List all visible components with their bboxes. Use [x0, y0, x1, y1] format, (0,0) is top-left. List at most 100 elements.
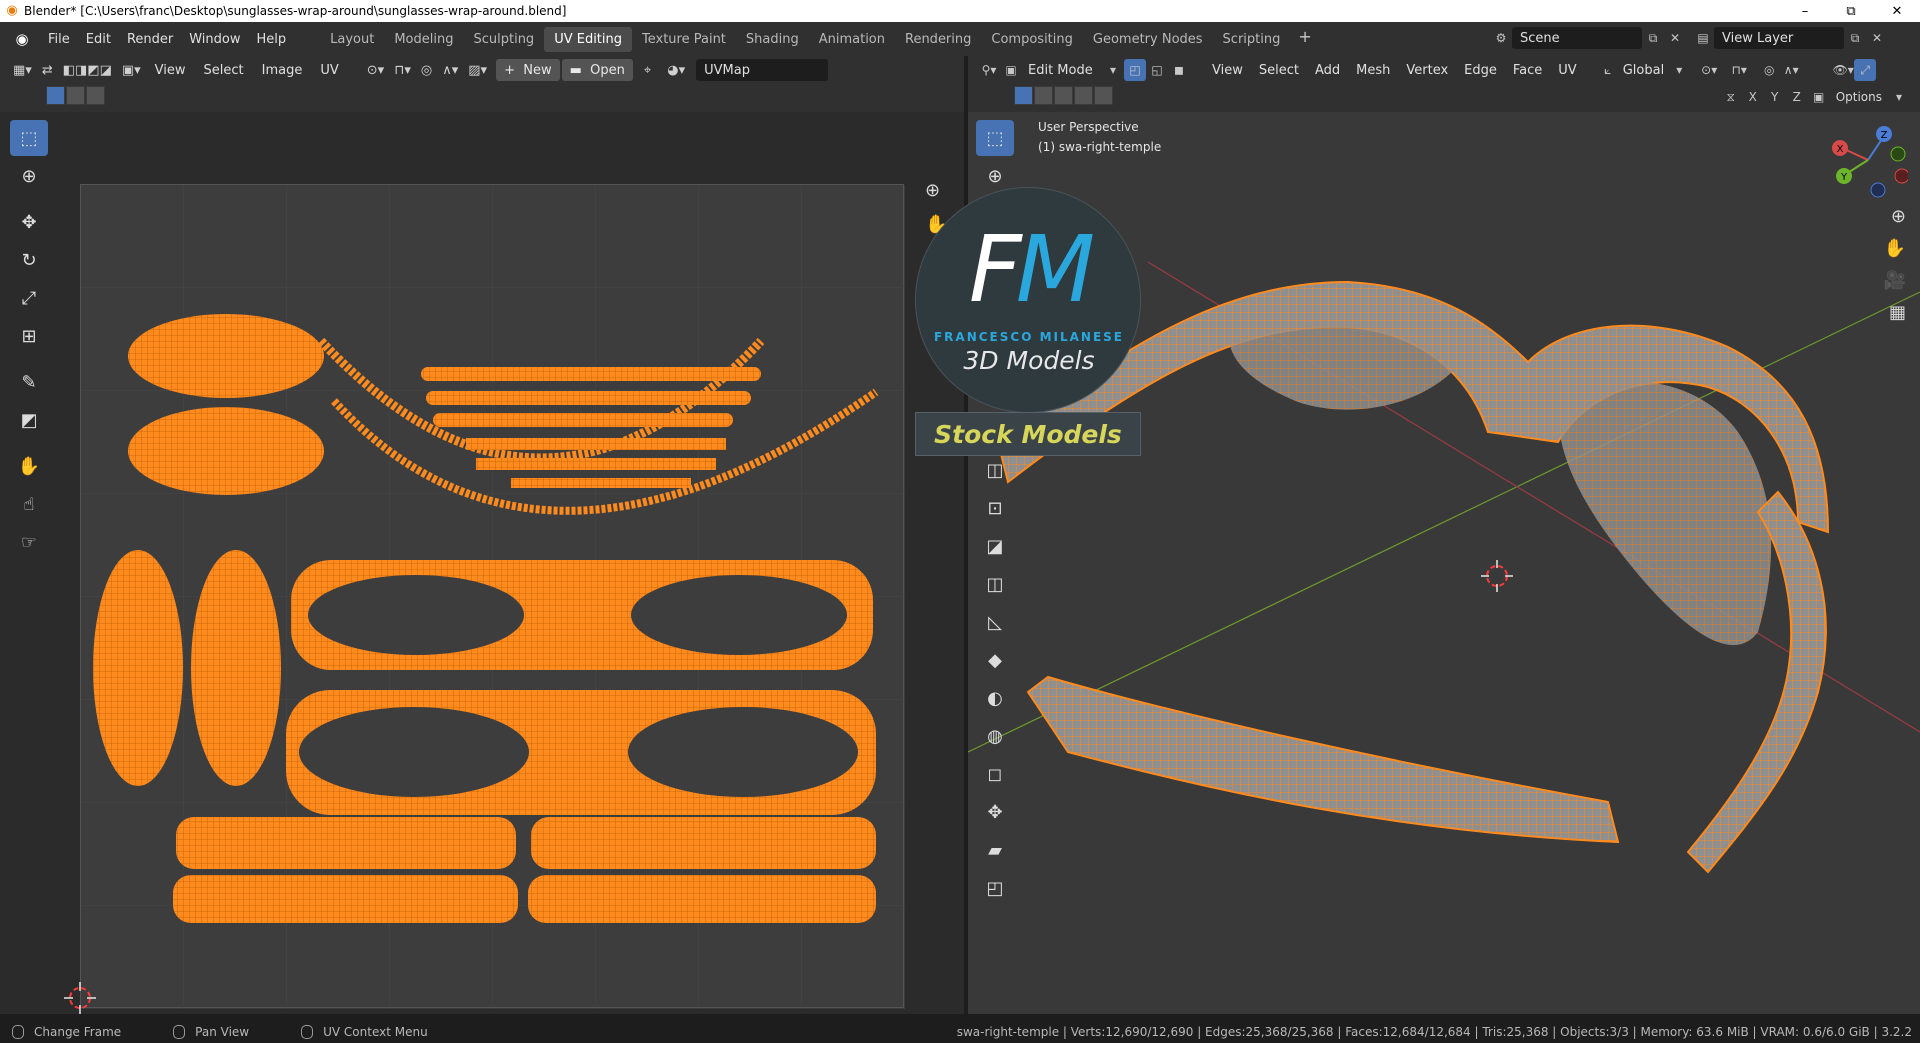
3d-proportional-icon[interactable]: ◎	[1758, 59, 1780, 81]
3d-menu-edge[interactable]: Edge	[1456, 63, 1505, 78]
delete-scene-icon[interactable]: ✕	[1664, 27, 1686, 49]
mirror-x-toggle[interactable]: X	[1742, 86, 1764, 108]
3d-pivot-icon[interactable]: ⊙▾	[1698, 59, 1720, 81]
tab-geometry-nodes[interactable]: Geometry Nodes	[1083, 27, 1213, 52]
view-layer-field[interactable]: View Layer	[1714, 27, 1844, 49]
options-chevron-icon[interactable]: ▾	[1888, 86, 1910, 108]
3d-select-new-mode[interactable]	[1014, 86, 1033, 105]
view-layer-browse-icon[interactable]: ▤	[1692, 27, 1714, 49]
3d-select-subtract-mode[interactable]	[1054, 86, 1073, 105]
rip-region-tool-icon[interactable]: ◰	[976, 870, 1014, 906]
3d-menu-face[interactable]: Face	[1505, 63, 1550, 78]
zoom-view-icon[interactable]: ⊕	[925, 180, 940, 201]
tab-animation[interactable]: Animation	[809, 27, 895, 52]
3d-menu-view[interactable]: View	[1204, 63, 1251, 78]
rip-tool-icon[interactable]: ◩	[10, 402, 48, 438]
scale-tool-icon[interactable]: ⤢	[10, 280, 48, 316]
3d-menu-vertex[interactable]: Vertex	[1398, 63, 1456, 78]
menu-help[interactable]: Help	[249, 32, 295, 47]
3d-zoom-icon[interactable]: ⊕	[1891, 206, 1906, 227]
close-button[interactable]: ✕	[1874, 0, 1920, 22]
select-extend-mode[interactable]	[66, 86, 85, 105]
poly-build-tool-icon[interactable]: ◆	[976, 642, 1014, 678]
mirror-z-toggle[interactable]: Z	[1786, 86, 1808, 108]
perspective-toggle-icon[interactable]: ▦	[1889, 302, 1906, 323]
tab-scripting[interactable]: Scripting	[1213, 27, 1291, 52]
uv-menu-view[interactable]: View	[146, 63, 195, 78]
uv-sticky-selection-icon[interactable]: ▣▾	[117, 59, 146, 81]
menu-window[interactable]: Window	[181, 32, 248, 47]
3d-menu-uv[interactable]: UV	[1550, 63, 1584, 78]
shear-tool-icon[interactable]: ▰	[976, 832, 1014, 868]
gizmo-toggle-icon[interactable]: ⤢	[1854, 59, 1877, 81]
mode-dropdown[interactable]: Edit Mode	[1022, 63, 1102, 78]
overlays-icon[interactable]: ◕▾	[662, 59, 690, 81]
snap-icon[interactable]: ⊓▾	[389, 59, 416, 81]
tab-layout[interactable]: Layout	[320, 27, 384, 52]
camera-view-icon[interactable]: 🎥	[1884, 270, 1906, 291]
cursor-tool-icon[interactable]: ⊕	[10, 158, 48, 194]
knife-tool-icon[interactable]: ◺	[976, 604, 1014, 640]
loop-cut-tool-icon[interactable]: ◫	[976, 566, 1014, 602]
pivot-point-icon[interactable]: ⊙▾	[362, 59, 389, 81]
uv-2d-cursor[interactable]	[64, 982, 96, 1014]
menu-file[interactable]: File	[40, 32, 78, 47]
extrude-tool-icon[interactable]: ◫	[976, 452, 1014, 488]
pin-icon[interactable]: ⌖	[639, 59, 656, 81]
relax-tool-icon[interactable]: ☝	[10, 486, 48, 522]
3d-select-invert-mode[interactable]	[1074, 86, 1093, 105]
tab-shading[interactable]: Shading	[736, 27, 809, 52]
face-select-icon[interactable]: ◼	[1168, 59, 1190, 81]
3d-select-intersect-mode[interactable]	[1094, 86, 1113, 105]
smooth-tool-icon[interactable]: ◍	[976, 718, 1014, 754]
new-image-button[interactable]: + New	[496, 59, 560, 81]
auto-merge-icon[interactable]: ▣	[1808, 86, 1830, 108]
menu-edit[interactable]: Edit	[78, 32, 119, 47]
select-subtract-mode[interactable]	[86, 86, 105, 105]
options-dropdown[interactable]: Options	[1830, 90, 1888, 104]
orientation-chevron-icon[interactable]: ▾	[1668, 59, 1690, 81]
grab-tool-icon[interactable]: ✋	[10, 448, 48, 484]
tab-texture-paint[interactable]: Texture Paint	[632, 27, 736, 52]
pinch-tool-icon[interactable]: ☞	[10, 524, 48, 560]
uv-menu-image[interactable]: Image	[253, 63, 312, 78]
inset-tool-icon[interactable]: ⊡	[976, 490, 1014, 526]
3d-select-box-tool-icon[interactable]: ⬚	[976, 120, 1014, 156]
bevel-tool-icon[interactable]: ◪	[976, 528, 1014, 564]
navigation-gizmo[interactable]: Z X Y	[1828, 120, 1908, 200]
editor-type-icon[interactable]: ▦▾	[8, 59, 37, 81]
maximize-button[interactable]: ⧉	[1828, 0, 1874, 22]
uv-canvas[interactable]: ⊕ ✋	[0, 112, 964, 1014]
uvmap-field[interactable]: UVMap	[696, 59, 829, 81]
open-image-button[interactable]: ▬ Open	[561, 59, 633, 81]
orientation-dropdown[interactable]: Global	[1619, 63, 1668, 78]
image-browse-icon[interactable]: ▨▾	[463, 59, 492, 81]
3d-editor-type-icon[interactable]: ⚲▾	[978, 59, 1000, 81]
minimize-button[interactable]: –	[1782, 0, 1828, 22]
scene-browse-icon[interactable]: ⚙	[1490, 27, 1512, 49]
3d-menu-select[interactable]: Select	[1251, 63, 1307, 78]
uv-menu-select[interactable]: Select	[195, 63, 253, 78]
uv-select-mode-icons[interactable]: ◧◨◩◪	[58, 59, 117, 81]
3d-pan-icon[interactable]: ✋	[1884, 238, 1906, 259]
proportional-edit-icon[interactable]: ◎	[416, 59, 437, 81]
uv-sync-selection-icon[interactable]: ⇄	[37, 59, 58, 81]
3d-snap-icon[interactable]: ⊓▾	[1728, 59, 1750, 81]
3d-falloff-icon[interactable]: ∧▾	[1780, 59, 1802, 81]
tab-modeling[interactable]: Modeling	[384, 27, 463, 52]
3d-menu-mesh[interactable]: Mesh	[1348, 63, 1398, 78]
menu-render[interactable]: Render	[119, 32, 181, 47]
tab-uv-editing[interactable]: UV Editing	[544, 26, 633, 52]
3d-select-extend-mode[interactable]	[1034, 86, 1053, 105]
add-workspace-icon[interactable]: +	[1290, 27, 1319, 52]
edge-select-icon[interactable]: ◱	[1146, 59, 1168, 81]
tab-compositing[interactable]: Compositing	[981, 27, 1083, 52]
move-tool-icon[interactable]: ✥	[10, 204, 48, 240]
new-view-layer-icon[interactable]: ⧉	[1844, 27, 1866, 49]
blender-logo-icon[interactable]: ◉	[10, 27, 34, 51]
select-box-tool-icon[interactable]: ⬚	[10, 120, 48, 156]
tab-rendering[interactable]: Rendering	[895, 27, 981, 52]
shrink-fatten-tool-icon[interactable]: ✥	[976, 794, 1014, 830]
new-scene-icon[interactable]: ⧉	[1642, 27, 1664, 49]
visibility-icon[interactable]: 👁▾	[1832, 59, 1854, 81]
